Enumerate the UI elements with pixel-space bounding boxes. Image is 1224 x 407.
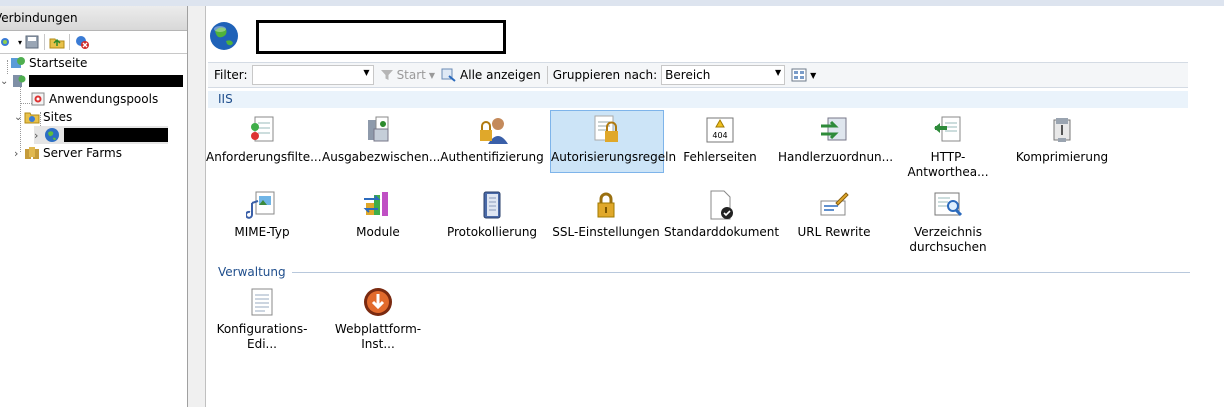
feature-output-caching[interactable]: Ausgabezwischen... [322,114,440,165]
filter-label: Filter: [214,68,248,82]
feature-web-platform-installer[interactable]: Webplattform-Inst... [322,286,434,352]
logging-icon [483,191,501,219]
start-page-icon [10,55,26,71]
error-pages-icon: 404 [706,117,734,143]
tree-item-label: Anwendungspools [49,92,159,106]
feature-compression[interactable]: Komprimierung [1006,114,1118,165]
connections-title: Verbindungen [0,6,187,31]
tree-item-anwendungspools[interactable]: Anwendungspools [30,90,158,108]
feature-modules[interactable]: Module [322,189,434,240]
filter-input[interactable]: ▼ [251,65,374,85]
request-filtering-icon [251,116,274,142]
save-icon[interactable] [24,34,40,50]
view-mode-button[interactable]: ▼ [791,68,816,82]
svg-text:404: 404 [712,131,727,140]
disconnect-icon[interactable] [74,34,90,50]
tree-item-server-farms[interactable]: › Server Farms [14,144,122,162]
output-caching-icon [368,116,389,142]
funnel-icon [380,70,393,80]
pane-splitter[interactable] [188,6,206,407]
show-all-button[interactable]: Alle anzeigen [441,68,541,82]
web-platform-installer-icon [364,288,392,316]
connections-pane: Verbindungen ▾ Startseite ⌄ Anwendungspo… [0,6,188,407]
chevron-down-icon: ▼ [810,70,817,80]
expand-icon[interactable]: › [34,129,44,142]
feature-ssl-settings[interactable]: SSL-Einstellungen [550,189,662,240]
feature-handler-mappings[interactable]: Handlerzuordnun... [778,114,893,165]
tree-item-site[interactable]: › [34,126,168,144]
collapse-icon[interactable]: ⌄ [14,112,24,123]
up-folder-icon[interactable] [49,34,65,50]
group-header-verwaltung[interactable]: Verwaltung [218,265,1190,279]
directory-browsing-icon [934,192,963,217]
chevron-down-icon[interactable]: ▼ [775,68,781,77]
chevron-down-icon: ▼ [428,70,436,80]
redacted-site-title [256,20,506,54]
application-pools-icon [30,91,46,107]
tree-item-sites[interactable]: ⌄ Sites [14,108,72,126]
feature-authorization-rules[interactable]: Autorisierungsregeln [550,110,676,173]
tree-item-label: Startseite [29,56,88,70]
start-filter-button[interactable]: Start ▼ [380,68,435,82]
group-header-iis[interactable]: IIS [218,92,233,106]
tree-item-server[interactable]: ⌄ [0,72,183,90]
tree-item-startseite[interactable]: Startseite [4,54,87,72]
features-view: Filter: ▼ Start ▼ Alle anzeigen Gruppier… [206,6,1224,407]
view-icons-icon [791,68,807,82]
group-band [208,91,1188,108]
group-by-label: Gruppieren nach: [552,68,658,82]
ssl-settings-icon [597,192,615,218]
feature-url-rewrite[interactable]: URL Rewrite [778,189,890,240]
connect-icon[interactable] [0,34,16,50]
feature-configuration-editor[interactable]: Konfigurations-Edi... [206,286,318,352]
feature-logging[interactable]: Protokollierung [436,189,548,240]
expand-icon[interactable]: › [14,147,24,160]
feature-directory-browsing[interactable]: Verzeichnis durchsuchen [892,189,1004,255]
server-farms-icon [24,145,40,161]
redacted-server-name [29,75,183,87]
server-icon [10,73,26,89]
group-by-select[interactable]: Bereich ▼ [661,65,786,85]
authorization-rules-icon [594,115,618,142]
default-document-icon [710,190,733,220]
modules-icon [363,192,388,216]
connect-dropdown-icon[interactable]: ▾ [18,38,22,47]
redacted-site-name [64,128,168,142]
site-globe-icon [210,22,238,50]
filter-toolbar: Filter: ▼ Start ▼ Alle anzeigen Gruppier… [208,62,1188,88]
feature-http-response-headers[interactable]: HTTP-Antworthea... [892,114,1004,180]
tree-item-label: Server Farms [43,146,122,160]
feature-request-filtering[interactable]: Anforderungsfilte... [206,114,322,165]
compression-icon [1053,118,1071,142]
configuration-editor-icon [251,288,273,316]
feature-authentication[interactable]: Authentifizierung [436,114,548,165]
authentication-icon [480,118,508,144]
feature-mime-types[interactable]: MIME-Typ [206,189,318,240]
chevron-down-icon[interactable]: ▼ [363,68,369,77]
show-all-icon [441,68,456,82]
connections-toolbar: ▾ [0,31,187,54]
url-rewrite-icon [820,192,849,216]
tree-item-label: Sites [43,110,73,124]
http-response-headers-icon [934,116,961,142]
sites-folder-icon [24,109,40,125]
feature-error-pages[interactable]: 404 Fehlerseiten [664,114,776,165]
collapse-icon[interactable]: ⌄ [0,76,10,87]
globe-icon [44,127,60,143]
handler-mappings-icon [821,117,847,141]
mime-types-icon [246,191,275,219]
feature-default-document[interactable]: Standarddokument [664,189,779,240]
